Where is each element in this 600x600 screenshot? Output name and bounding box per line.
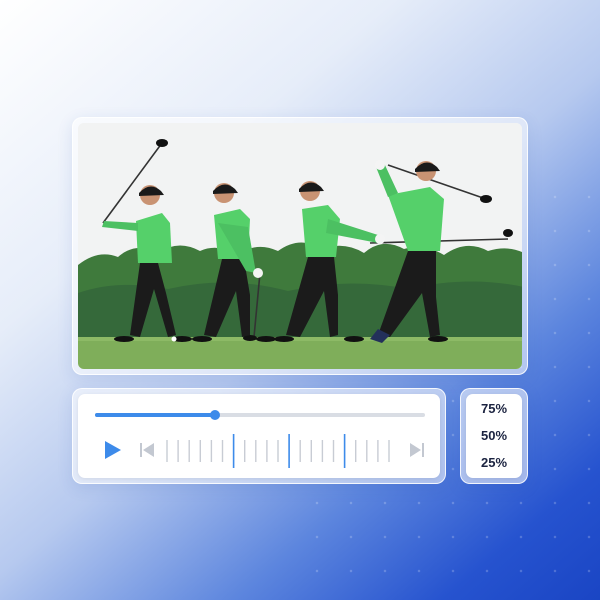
playback-controls [78, 394, 440, 478]
frame-timeline[interactable] [163, 434, 393, 468]
playback-controls-card [72, 388, 446, 484]
scrub-handle[interactable] [210, 410, 221, 420]
speed-selector: 75% 50% 25% [466, 394, 522, 478]
scrub-track[interactable] [95, 410, 425, 420]
play-icon [105, 441, 121, 459]
skip-forward-button[interactable] [408, 441, 426, 459]
scrub-progress-fill [95, 413, 216, 417]
speed-option-50[interactable]: 50% [481, 427, 507, 445]
video-card [72, 117, 528, 375]
play-button[interactable] [101, 439, 123, 461]
swing-sequence-image [78, 123, 522, 369]
skip-forward-icon [410, 443, 424, 457]
skip-back-button[interactable] [138, 441, 156, 459]
speed-option-25[interactable]: 25% [481, 454, 507, 472]
skip-back-icon [140, 443, 154, 457]
speed-selector-card: 75% 50% 25% [460, 388, 528, 484]
swing-sequence-video[interactable] [78, 123, 522, 369]
speed-option-75[interactable]: 75% [481, 400, 507, 418]
